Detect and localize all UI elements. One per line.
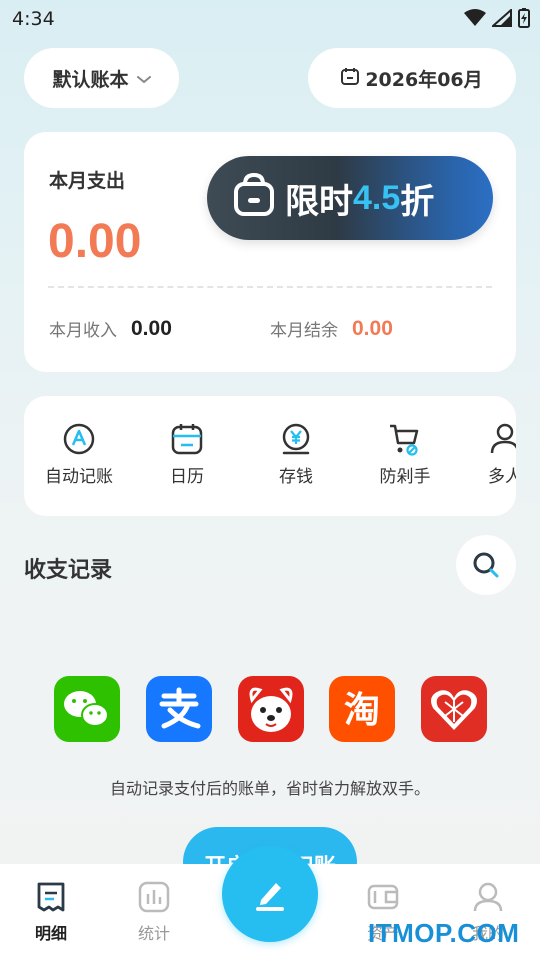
alipay-icon	[146, 676, 212, 742]
expense-amount: 0.00	[48, 215, 142, 268]
svg-text:淘: 淘	[344, 690, 380, 731]
feature-anti-impulse[interactable]: 防剁手	[355, 422, 455, 487]
payment-apps-row: 淘	[0, 676, 540, 742]
site-watermark: ITMOP.COM	[368, 918, 520, 948]
promo-prefix: 限时	[285, 181, 353, 222]
status-time: 4:34	[12, 8, 55, 30]
tab-label: 统计	[137, 924, 170, 943]
feature-auto-ledger[interactable]: 自动记账	[29, 422, 129, 487]
balance-row: 本月结余 0.00	[270, 316, 393, 342]
expense-label: 本月支出	[49, 170, 126, 192]
status-bar: 4:34	[0, 0, 540, 38]
feature-label: 多人	[488, 467, 516, 487]
wallet-icon	[367, 884, 399, 910]
person-icon	[490, 423, 516, 454]
ledger-label: 默认账本	[52, 68, 129, 91]
receipt-icon	[37, 882, 65, 912]
feature-label: 存钱	[279, 467, 313, 487]
promo-suffix: 折	[400, 181, 435, 222]
feature-label: 防剁手	[379, 467, 431, 487]
pinduoduo-icon	[421, 676, 487, 742]
taobao-icon: 淘	[329, 676, 395, 742]
feature-shortcuts: 自动记账 日历 存钱 防剁手 多人	[24, 396, 516, 516]
add-record-button[interactable]	[222, 846, 318, 942]
cellular-signal-icon	[492, 9, 512, 27]
tab-label: 明细	[34, 924, 67, 943]
income-label: 本月收入	[49, 321, 117, 341]
calendar-icon	[341, 67, 360, 90]
records-title: 收支记录	[24, 558, 113, 583]
status-icons	[464, 6, 530, 30]
income-amount: 0.00	[131, 316, 172, 340]
balance-amount: 0.00	[352, 316, 393, 340]
feature-savings[interactable]: 存钱	[246, 422, 346, 487]
ledger-selector[interactable]: 默认账本	[24, 48, 179, 108]
tab-details[interactable]: 明细	[11, 880, 91, 944]
jd-icon	[238, 676, 304, 742]
month-label: 2026年06月	[365, 68, 483, 91]
shopping-bag-icon	[233, 172, 275, 225]
search-button[interactable]	[456, 535, 516, 595]
profile-icon	[473, 882, 503, 912]
auto-ledger-icon	[63, 423, 95, 455]
wifi-icon	[464, 9, 486, 26]
feature-label: 日历	[170, 467, 204, 487]
yen-coin-icon	[282, 423, 310, 455]
shopping-cart-block-icon	[390, 424, 419, 456]
search-icon	[473, 552, 499, 578]
calendar-icon	[171, 424, 203, 455]
auto-record-tagline: 自动记录支付后的账单，省时省力解放双手。	[109, 779, 430, 798]
feature-multi-user[interactable]: 多人	[455, 422, 516, 487]
battery-charging-icon	[518, 8, 530, 28]
feature-label: 自动记账	[45, 467, 113, 487]
pen-icon	[256, 883, 284, 911]
income-row: 本月收入 0.00	[49, 316, 172, 342]
month-selector[interactable]: 2026年06月	[308, 48, 516, 108]
discount-promo-banner[interactable]: 限时 4.5 折	[207, 156, 493, 240]
summary-divider	[48, 286, 492, 288]
feature-calendar[interactable]: 日历	[137, 422, 237, 487]
wechat-icon	[54, 676, 120, 742]
promo-discount: 4.5	[353, 178, 401, 217]
chevron-down-icon	[136, 67, 151, 89]
bar-chart-icon	[138, 881, 170, 913]
tab-statistics[interactable]: 统计	[114, 880, 194, 944]
balance-label: 本月结余	[270, 321, 338, 341]
